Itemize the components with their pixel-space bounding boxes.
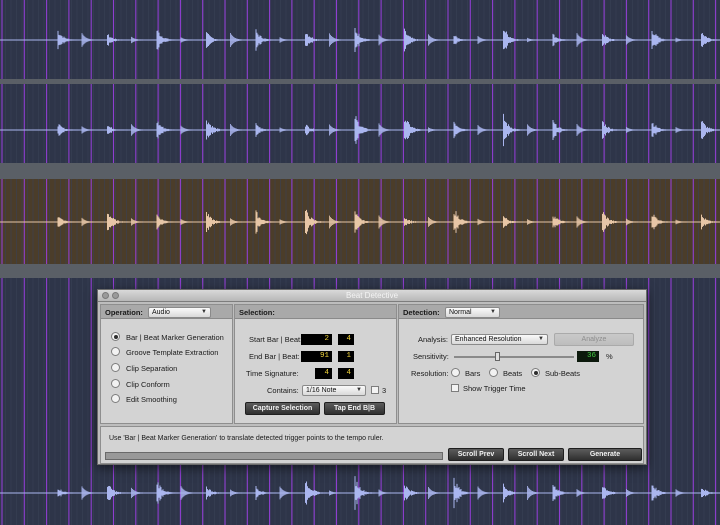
minimize-button[interactable] (112, 292, 119, 299)
start-beat-field[interactable]: 4 (338, 334, 354, 345)
radio-label: Groove Template Extraction (126, 348, 219, 357)
operation-value: Audio (152, 309, 170, 316)
end-bar-field[interactable]: 91 (301, 351, 332, 362)
detection-panel: Detection: Normal ▼ Analysis: Enhanced Re… (398, 304, 644, 424)
analysis-value: Enhanced Resolution (455, 336, 522, 343)
radio-resolution-beats[interactable] (489, 368, 498, 377)
radio-resolution-sub-beats[interactable] (531, 368, 540, 377)
track-divider (0, 264, 720, 278)
audio-track-2[interactable] (0, 84, 720, 163)
triplet-checkbox[interactable] (371, 386, 379, 394)
scroll-prev-button[interactable]: Scroll Prev (448, 448, 504, 461)
radio-label: Clip Separation (126, 364, 178, 373)
end-bar-beat-label: End Bar | Beat: (249, 352, 300, 361)
radio-clip-conform[interactable] (111, 379, 120, 388)
resolution-label: Resolution: (411, 369, 449, 378)
progress-bar (105, 452, 443, 460)
beat-detective-dialog: Beat Detective Operation: Audio ▼ Bar | B… (97, 289, 647, 465)
time-signature-label: Time Signature: (246, 369, 299, 378)
detection-mode-value: Normal (449, 309, 472, 316)
capture-selection-button[interactable]: Capture Selection (245, 402, 320, 415)
radio-label: Beats (503, 369, 523, 378)
radio-label: Clip Conform (126, 380, 170, 389)
waveform-track-1 (0, 0, 720, 79)
triplet-label: 3 (382, 386, 387, 395)
radio-label: Bars (465, 369, 481, 378)
radio-resolution-bars[interactable] (451, 368, 460, 377)
operation-label: Operation: (105, 308, 143, 317)
time-signature-numerator[interactable]: 4 (315, 368, 332, 379)
contains-label: Contains: (267, 386, 299, 395)
radio-groove-template-extraction[interactable] (111, 347, 120, 356)
status-message: Use 'Bar | Beat Marker Generation' to tr… (109, 435, 384, 442)
waveform-track-2 (0, 84, 720, 163)
selection-panel: Selection: Start Bar | Beat: 2 4 End Bar… (234, 304, 397, 424)
sensitivity-slider[interactable] (454, 356, 574, 358)
chevron-down-icon: ▼ (201, 309, 207, 315)
dialog-title: Beat Detective (345, 291, 399, 300)
start-bar-field[interactable]: 2 (301, 334, 332, 345)
time-signature-denominator[interactable]: 4 (338, 368, 354, 379)
show-trigger-time-checkbox[interactable] (451, 384, 459, 392)
analysis-dropdown[interactable]: Enhanced Resolution ▼ (451, 334, 548, 345)
scroll-next-button[interactable]: Scroll Next (508, 448, 564, 461)
dialog-titlebar[interactable]: Beat Detective (98, 290, 646, 302)
end-beat-field[interactable]: 1 (338, 351, 354, 362)
chevron-down-icon: ▼ (490, 309, 496, 315)
analysis-label: Analysis: (418, 335, 449, 344)
start-bar-beat-label: Start Bar | Beat: (249, 335, 303, 344)
audio-track-1[interactable] (0, 0, 720, 79)
contains-value: 1/16 Note (306, 387, 337, 394)
audio-track-3-selected-clip[interactable] (0, 179, 720, 264)
edit-window: Beat Detective Operation: Audio ▼ Bar | B… (0, 0, 720, 525)
radio-label: Sub-Beats (545, 369, 581, 378)
generate-button[interactable]: Generate (568, 448, 642, 461)
footer-panel: Use 'Bar | Beat Marker Generation' to tr… (100, 426, 644, 464)
close-button[interactable] (102, 292, 109, 299)
radio-edit-smoothing[interactable] (111, 394, 120, 403)
analyze-button[interactable]: Analyze (554, 333, 634, 346)
operation-panel: Operation: Audio ▼ Bar | Beat Marker Gene… (100, 304, 233, 424)
radio-label: Bar | Beat Marker Generation (126, 333, 224, 342)
sensitivity-unit: % (606, 352, 613, 361)
chevron-down-icon: ▼ (356, 387, 362, 393)
radio-label: Edit Smoothing (126, 395, 177, 404)
selection-header-label: Selection: (239, 308, 275, 317)
chevron-down-icon: ▼ (538, 336, 544, 342)
sensitivity-value-field[interactable]: 36 (577, 351, 599, 362)
track-background (0, 84, 720, 163)
waveform-track-3 (0, 179, 720, 264)
operation-dropdown[interactable]: Audio ▼ (148, 307, 211, 318)
radio-bar-beat-marker-generation[interactable] (111, 332, 120, 341)
track-divider (0, 163, 720, 179)
contains-dropdown[interactable]: 1/16 Note ▼ (302, 385, 366, 396)
show-trigger-time-label: Show Trigger Time (463, 384, 526, 393)
detection-header-label: Detection: (403, 308, 440, 317)
tap-end-bar-beat-button[interactable]: Tap End B|B (324, 402, 385, 415)
detection-mode-dropdown[interactable]: Normal ▼ (445, 307, 500, 318)
radio-clip-separation[interactable] (111, 363, 120, 372)
sensitivity-label: Sensitivity: (413, 352, 449, 361)
sensitivity-slider-thumb[interactable] (495, 352, 501, 361)
